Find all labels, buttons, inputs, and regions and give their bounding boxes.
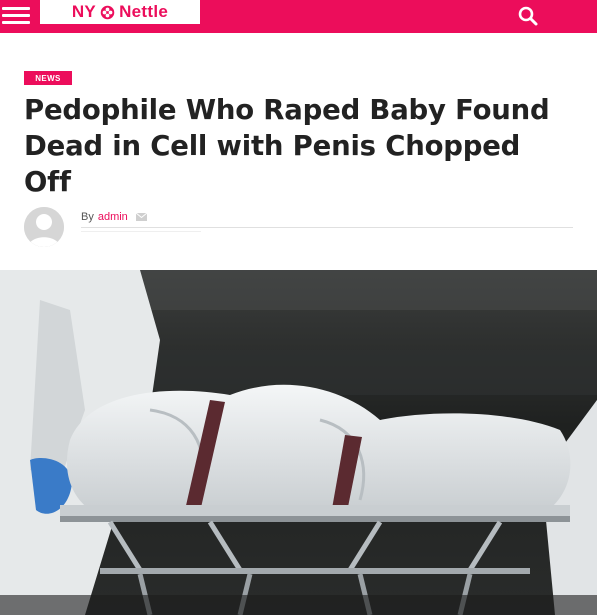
menu-line — [2, 14, 30, 17]
byline-divider-secondary — [81, 231, 201, 232]
byline-divider — [81, 227, 573, 228]
byline-prefix: By — [81, 211, 94, 223]
author-avatar[interactable] — [24, 207, 64, 247]
article-byline: By admin — [81, 211, 147, 223]
avatar-placeholder-icon — [24, 207, 64, 247]
hamburger-menu-icon[interactable] — [2, 5, 30, 27]
envelope-icon[interactable] — [135, 213, 147, 221]
featured-photo — [0, 270, 597, 615]
article-title: Pedophile Who Raped Baby Found Dead in C… — [24, 94, 550, 198]
menu-line — [2, 7, 30, 10]
search-icon[interactable] — [516, 4, 540, 28]
logo-text-nettle: Nettle — [119, 2, 169, 21]
author-link[interactable]: admin — [98, 211, 128, 223]
site-logo[interactable]: NY Nettle — [40, 0, 200, 24]
category-badge[interactable]: NEWS — [24, 71, 72, 85]
logo-wordmark: NY Nettle — [72, 2, 168, 22]
top-navigation-bar: NY Nettle — [0, 0, 597, 33]
logo-text-ny: NY — [71, 2, 97, 21]
logo-flower-icon — [100, 5, 115, 19]
menu-line — [2, 21, 30, 24]
